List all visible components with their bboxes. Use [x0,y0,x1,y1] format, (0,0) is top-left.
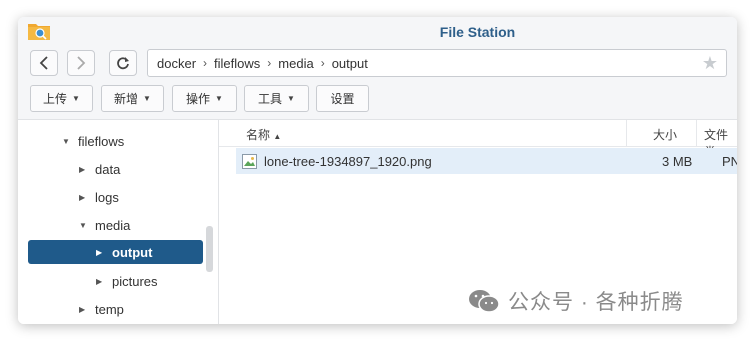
breadcrumb-separator: › [267,56,272,70]
tree-item-pictures[interactable]: ▶ pictures [96,269,158,293]
file-type: PNG [722,154,737,169]
tree-item-logs[interactable]: ▶ logs [79,185,119,209]
create-label: 新增 [114,92,139,106]
tree-scrollbar[interactable] [206,226,213,272]
operate-button[interactable]: 操作 ▼ [172,85,237,112]
wechat-icon [469,290,500,313]
collapsed-arrow-icon[interactable]: ▶ [79,305,87,314]
chevron-left-icon [39,56,48,70]
collapsed-arrow-icon[interactable]: ▶ [96,248,104,257]
expanded-arrow-icon[interactable]: ▼ [62,137,70,146]
tree-item-fileflows[interactable]: ▼ fileflows [62,129,124,153]
upload-label: 上传 [43,92,68,106]
settings-button[interactable]: 设置 [316,85,369,112]
breadcrumb-separator: › [203,56,208,70]
settings-label: 设置 [330,92,355,106]
column-size-header[interactable]: 大小 [653,126,677,143]
caret-down-icon: ▼ [143,94,151,103]
breadcrumb-docker[interactable]: docker [157,56,196,71]
column-name-header[interactable]: 名称 ▲ [246,126,281,143]
tools-label: 工具 [258,92,283,106]
folder-tree: ▼ fileflows ▶ data ▶ logs ▼ media ▶ output ▶ p… [18,120,219,324]
caret-down-icon: ▼ [215,94,223,103]
file-size: 3 MB [662,154,693,169]
list-header: 名称 ▲ 大小 文件类 [219,120,737,159]
file-name: lone-tree-1934897_1920.png [264,153,432,169]
forward-button[interactable] [67,50,95,76]
tree-item-media[interactable]: ▼ media [79,213,130,237]
create-button[interactable]: 新增 ▼ [101,85,164,112]
collapsed-arrow-icon[interactable]: ▶ [96,277,104,286]
refresh-icon [117,57,129,70]
table-row[interactable]: lone-tree-1934897_1920.png 3 MB PNG [236,148,737,174]
tree-item-temp[interactable]: ▶ temp [79,297,124,321]
caret-down-icon: ▼ [287,94,295,103]
breadcrumb-media[interactable]: media [278,56,313,71]
collapsed-arrow-icon[interactable]: ▶ [79,193,87,202]
collapsed-arrow-icon[interactable]: ▶ [79,165,87,174]
caret-down-icon: ▼ [72,94,80,103]
operate-label: 操作 [186,92,211,106]
sort-ascending-icon: ▲ [273,132,282,141]
tools-button[interactable]: 工具 ▼ [244,85,309,112]
breadcrumb-separator: › [320,56,325,70]
breadcrumb[interactable]: docker › fileflows › media › output ★ [147,49,727,77]
star-icon[interactable]: ★ [702,53,718,74]
back-button[interactable] [30,50,58,76]
tree-item-output[interactable]: ▶ output [28,240,203,264]
action-toolbar: 上传 ▼ 新增 ▼ 操作 ▼ 工具 ▼ 设置 [18,83,737,120]
refresh-button[interactable] [109,50,137,76]
watermark: 公众号 · 各种折腾 [468,286,684,316]
image-file-icon [242,153,257,169]
breadcrumb-output[interactable]: output [332,56,368,71]
chevron-right-icon [77,56,86,70]
column-divider[interactable] [626,120,627,146]
breadcrumb-fileflows[interactable]: fileflows [214,56,260,71]
file-station-window: File Station docker › fileflows › media … [18,17,737,324]
title-bar: File Station [18,17,737,47]
watermark-text: 公众号 · 各种折腾 [508,291,684,314]
tree-item-data[interactable]: ▶ data [79,157,120,181]
navigation-toolbar: docker › fileflows › media › output ★ [18,47,737,83]
window-title: File Station [439,24,516,40]
upload-button[interactable]: 上传 ▼ [30,85,93,112]
expanded-arrow-icon[interactable]: ▼ [79,221,87,230]
column-divider[interactable] [696,120,697,146]
